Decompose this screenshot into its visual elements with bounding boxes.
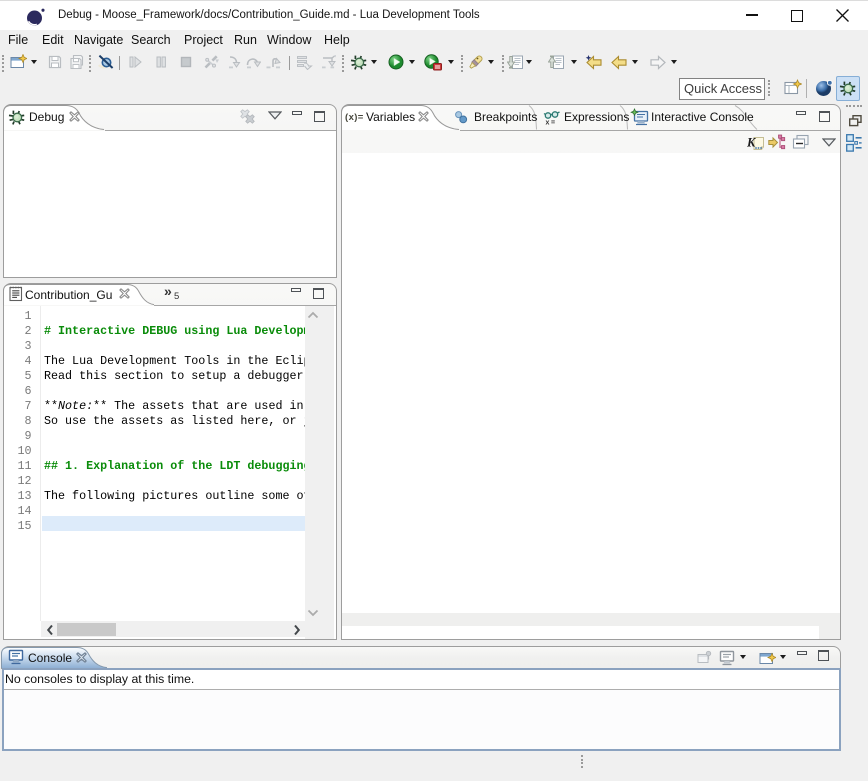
svg-text:x: x xyxy=(546,120,550,127)
svg-text:=: = xyxy=(551,120,555,127)
